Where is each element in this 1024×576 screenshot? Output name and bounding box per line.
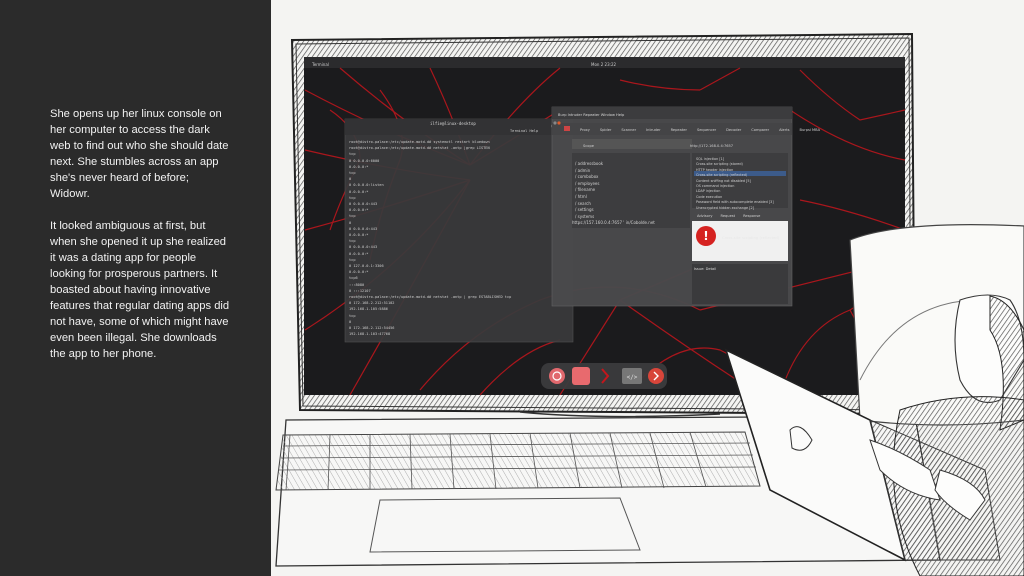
site-map-item[interactable]: / combobox xyxy=(575,174,603,181)
burp-tab[interactable]: Spider xyxy=(600,128,612,132)
svg-text:</>: </> xyxy=(627,374,638,381)
screen-topbar-app[interactable]: Terminal xyxy=(312,62,329,67)
power-dock-icon[interactable] xyxy=(648,368,664,384)
site-map-item[interactable]: / admin xyxy=(575,168,603,175)
story-paragraph-1: She opens up her linux console on her co… xyxy=(50,108,229,200)
issue-detail-title: Issue: Detail xyxy=(694,267,717,271)
story-text: She opens up her linux console on her co… xyxy=(50,106,230,378)
site-map-tree[interactable]: / addressbook / admin / combobox / employee… xyxy=(575,161,603,220)
terminal-title: ilfie@linux-desktop xyxy=(430,121,476,126)
burp-tab[interactable]: Intruder xyxy=(646,128,660,132)
site-map-item[interactable]: / html xyxy=(575,194,603,201)
burp-menubar[interactable]: Burp Intruder Repeater Window Help xyxy=(558,113,624,117)
terminal-line[interactable]: root@distro-palace:/etc/update-motd.d# xyxy=(349,338,571,340)
advisory-tab[interactable]: Request xyxy=(720,214,735,218)
advisory-tabs[interactable]: Advisory Request Response xyxy=(697,214,768,218)
advisory-tab[interactable]: Advisory xyxy=(697,214,712,218)
burp-tab[interactable]: Alerts xyxy=(779,128,789,132)
burp-tab[interactable]: Comparer xyxy=(751,128,769,132)
site-map-item[interactable]: / filename xyxy=(575,187,603,194)
burp-minimize-icon[interactable] xyxy=(553,121,557,125)
target-host: http://172.168.0.4:7657 xyxy=(690,144,734,148)
burp-tab[interactable]: Burpsi MBA xyxy=(800,128,821,132)
terminal-output[interactable]: root@distro-palace:/etc/update-motd.d# s… xyxy=(349,139,571,339)
burp-tab[interactable]: Proxy xyxy=(580,128,590,132)
burp-tab[interactable]: Sequencer xyxy=(697,128,716,132)
site-map-item[interactable]: / search xyxy=(575,201,603,208)
burp-tab[interactable]: Repeater xyxy=(671,128,687,132)
target-url: https://157.160.0.4:7657 ' in/Cobolde.ne… xyxy=(572,220,655,225)
burp-tab[interactable]: Decoder xyxy=(726,128,741,132)
site-map-item[interactable]: / addressbook xyxy=(575,161,603,168)
terminal-menu[interactable]: Terminal Help xyxy=(510,129,538,133)
finder-dock-icon[interactable] xyxy=(572,367,590,385)
advisory-tab[interactable]: Response xyxy=(743,214,760,218)
app-dock: </> xyxy=(541,363,667,389)
screen-topbar-clock: Mon 2 23:22 xyxy=(591,62,617,67)
burp-close-icon[interactable] xyxy=(557,121,561,125)
issues-list[interactable]: SQL injection [1] Cross-site scripting (s… xyxy=(696,157,774,211)
burp-dock-icon[interactable] xyxy=(549,368,565,384)
scope-label: Scope xyxy=(583,144,594,148)
exclamation-icon: ! xyxy=(703,229,708,243)
issue-item[interactable]: Password field with autocomplete enabled… xyxy=(696,200,774,205)
issue-item[interactable]: Unencrypted hidden exchange [2] xyxy=(696,206,774,211)
error-message: Cross-site scripting (reflected) xyxy=(722,235,780,240)
story-paragraph-2: It looked ambiguous at first, but when s… xyxy=(50,220,230,360)
story-panel: She opens up her linux console on her co… xyxy=(0,0,271,576)
dashboard-tab-icon[interactable] xyxy=(564,126,570,131)
site-map-item[interactable]: / settings xyxy=(575,207,603,214)
site-map-item[interactable]: / employees xyxy=(575,181,603,188)
burp-tabs[interactable]: Proxy Spider Scanner Intruder Repeater Sequen… xyxy=(580,128,830,132)
burp-tab[interactable]: Scanner xyxy=(621,128,636,132)
